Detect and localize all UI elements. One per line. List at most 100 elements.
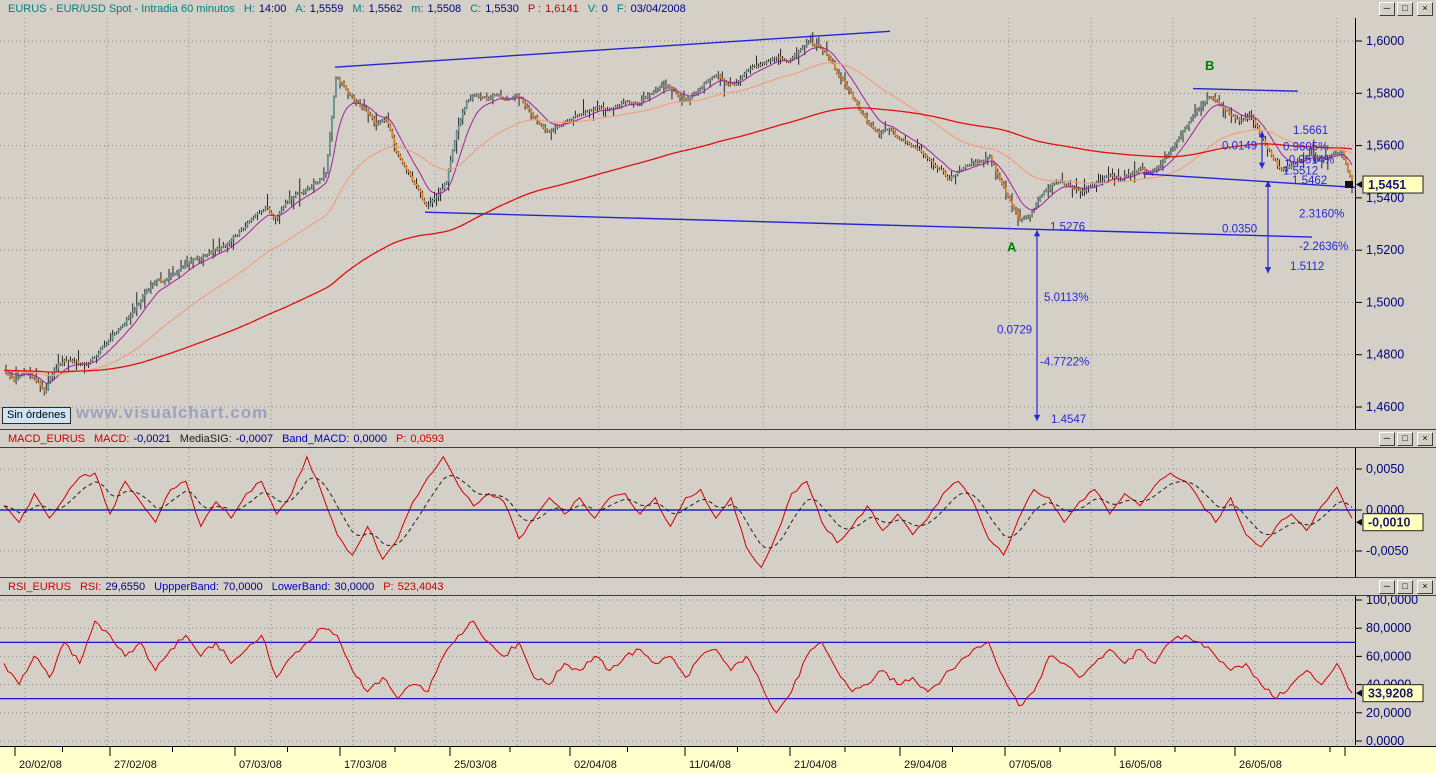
- chart-text: 1.5276: [1050, 222, 1085, 234]
- main-window-controls: ─ □ ×: [1377, 2, 1433, 16]
- chart-text: 29/04/08: [904, 759, 947, 771]
- chart-text: 20,0000: [1366, 706, 1411, 720]
- chart-text: 20/02/08: [19, 759, 62, 771]
- maximize-button[interactable]: □: [1397, 579, 1413, 594]
- macd-pane: [3, 455, 1353, 569]
- rsi-pane-header: RSI_EURUS RSI: 29,6550 UppperBand: 70,0000 L…: [0, 577, 1436, 596]
- chart-text: 1,5000: [1366, 295, 1404, 309]
- chart-text: 2.3160%: [1299, 209, 1344, 221]
- minimize-button[interactable]: ─: [1379, 2, 1395, 16]
- header-field-value: 29,6550: [105, 580, 146, 593]
- chart-text: 07/05/08: [1009, 759, 1052, 771]
- rsi-indicator-title: RSI_EURUS: [8, 580, 71, 593]
- chart-text: 27/02/08: [114, 759, 157, 771]
- rsi-bands: [0, 641, 1355, 700]
- header-field-label: P:: [395, 432, 407, 445]
- header-field-value: 30,0000: [334, 580, 375, 593]
- header-field-value: 1,5559: [309, 3, 344, 15]
- maximize-button[interactable]: □: [1397, 431, 1413, 446]
- macd-window-controls: ─ □ ×: [1377, 431, 1433, 446]
- chart-text: 1,6000: [1366, 34, 1404, 48]
- header-field-value: 1,5562: [368, 3, 403, 15]
- header-field-label: V:: [587, 3, 598, 15]
- macd-price-axis: 0,00500,0000-0,0050: [1355, 448, 1408, 577]
- close-button[interactable]: ×: [1417, 579, 1433, 594]
- chart-text: 0.0149: [1222, 141, 1257, 153]
- header-field-label: LowerBand:: [271, 580, 331, 593]
- chart-text: 80,0000: [1366, 621, 1411, 635]
- chart-text: 0,0050: [1366, 462, 1404, 476]
- chart-text: 1,5451: [1368, 178, 1406, 192]
- chart-text: -4.7722%: [1040, 356, 1089, 368]
- close-button[interactable]: ×: [1417, 431, 1433, 446]
- header-field-value: 14:00: [258, 3, 287, 15]
- main-pane-header: EURUS - EUR/USD Spot - Intradia 60 minut…: [0, 0, 1436, 18]
- chart-text: A: [1007, 239, 1017, 254]
- chart-text: 11/04/08: [689, 759, 731, 771]
- header-field-label: m:: [411, 3, 424, 15]
- chart-text: 07/03/08: [239, 759, 282, 771]
- header-field-value: 0,0593: [410, 432, 445, 445]
- chart-text: 1,5600: [1366, 139, 1404, 153]
- minimize-button[interactable]: ─: [1379, 431, 1395, 446]
- chart-text: -0,0050: [1366, 544, 1408, 558]
- header-field-label: MediaSIG:: [179, 432, 232, 445]
- header-field-value: 523,4043: [397, 580, 444, 593]
- moving-averages: [3, 46, 1353, 384]
- macd-header-fields: MACD: -0,0021 MediaSIG: -0,0007 Band_MACD: 0,…: [85, 433, 444, 445]
- header-field-label: Band_MACD:: [282, 432, 350, 445]
- symbol-title: EURUS - EUR/USD Spot - Intradia 60 minut…: [8, 3, 235, 15]
- price-grid: [0, 18, 1355, 429]
- chart-text: 5.0113%: [1044, 292, 1089, 304]
- header-field-label: UppperBand:: [154, 580, 219, 593]
- header-field-label: H:: [243, 3, 255, 15]
- header-field-value: 1,5508: [427, 3, 462, 15]
- chart-text: 0,0000: [1366, 734, 1404, 748]
- rsi-last: 33,9208: [1356, 684, 1424, 703]
- chart-text: 26/05/08: [1239, 759, 1282, 771]
- header-field-value: 1,6141: [545, 3, 579, 15]
- chart-text: 1,5800: [1366, 86, 1404, 100]
- minimize-button[interactable]: ─: [1379, 579, 1395, 594]
- chart-text: 17/03/08: [344, 759, 387, 771]
- header-field-label: F:: [616, 3, 627, 15]
- header-field-label: C:: [470, 3, 482, 15]
- chart-text: 1.5661: [1293, 125, 1328, 137]
- header-field-label: P:: [383, 580, 394, 593]
- chart-text: B: [1205, 58, 1214, 73]
- chart-text: 1,4600: [1366, 400, 1404, 414]
- last-price-markers: 1,5451: [1345, 175, 1424, 194]
- chart-text: 1.4547: [1051, 414, 1086, 426]
- header-field-label: M:: [352, 3, 365, 15]
- price-pane: [3, 32, 1353, 396]
- macd-pane-header: MACD_EURUS MACD: -0,0021 MediaSIG: -0,0007 B…: [0, 429, 1436, 448]
- macd-last: -0,0010: [1356, 513, 1424, 532]
- header-field-label: MACD:: [94, 432, 130, 445]
- chart-text: -2.2636%: [1299, 241, 1348, 253]
- chart-text: 0.0729: [997, 324, 1032, 336]
- maximize-button[interactable]: □: [1397, 2, 1413, 16]
- rsi-grid: [0, 596, 1355, 745]
- chart-text: 1.5112: [1290, 261, 1324, 273]
- header-field-value: 70,0000: [222, 580, 263, 593]
- chart-text: 21/04/08: [794, 759, 837, 771]
- header-field-label: P :: [527, 3, 542, 15]
- header-field-label: RSI:: [79, 580, 102, 593]
- orders-status-box[interactable]: Sin órdenes: [2, 407, 71, 424]
- candlestick-series: [5, 32, 1353, 396]
- main-header-fields: H: 14:00 A: 1,5559 M: 1,5562 m: 1,5508 C: 1,5530 P…: [235, 3, 686, 15]
- price-price-axis: 1,60001,58001,56001,54001,52001,50001,48…: [1355, 18, 1404, 429]
- rsi-window-controls: ─ □ ×: [1377, 579, 1433, 594]
- header-field-value: 0,0000: [353, 432, 387, 445]
- header-field-value: 0: [601, 3, 608, 15]
- visualchart-window: 1,6000 1,5800 1,5600 1,5400 1,5200 1,5000 1,48…: [0, 0, 1436, 773]
- header-field-label: A:: [295, 3, 306, 15]
- header-field-value: 1,5530: [485, 3, 519, 15]
- chart-text: -0,0010: [1368, 516, 1410, 530]
- close-button[interactable]: ×: [1417, 2, 1433, 16]
- chart-text: 1,4800: [1366, 348, 1404, 362]
- chart-text: 0.0350: [1222, 224, 1257, 236]
- chart-text: 02/04/08: [574, 759, 617, 771]
- chart-text: 16/05/08: [1119, 759, 1162, 771]
- chart-text: 25/03/08: [454, 759, 497, 771]
